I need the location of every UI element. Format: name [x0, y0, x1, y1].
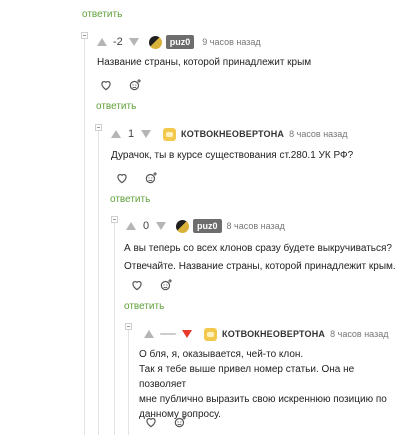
smile-plus-icon: [145, 172, 157, 184]
emoji-button[interactable]: [143, 170, 159, 186]
upvote-icon[interactable]: [97, 38, 107, 46]
author-name[interactable]: КОТВОКНЕОВЕРТОНА: [181, 129, 284, 139]
comment-header: 1 КОТВОКНЕОВЕРТОНА 8 часов назад: [111, 126, 347, 142]
avatar[interactable]: [176, 219, 189, 233]
comment-header: 0 puz0 8 часов назад: [126, 218, 285, 234]
reply-link[interactable]: ответить: [96, 101, 136, 112]
thread-line: [84, 36, 85, 435]
comment-score: 0: [142, 220, 150, 232]
smile-plus-icon: [160, 279, 172, 291]
heart-icon: [117, 174, 127, 184]
thread-line: [98, 128, 99, 435]
comment-text: Название страны, которой принадлежит кры…: [97, 57, 312, 68]
comment-header: -2 puz0 9 часов назад: [97, 34, 261, 50]
heart-icon: [132, 281, 142, 291]
heart-icon: [146, 418, 156, 428]
comment-header: КОТВОКНЕОВЕРТОНА 8 часов назад: [144, 326, 388, 342]
upvote-icon[interactable]: [111, 130, 121, 138]
upvote-icon[interactable]: [144, 330, 154, 338]
comment-text: Дурачок, ты в курсе существования ст.280…: [111, 150, 354, 161]
comment-text: А вы теперь со всех клонов сразу будете …: [124, 243, 396, 272]
emoji-button[interactable]: [172, 414, 188, 430]
avatar[interactable]: [148, 35, 162, 49]
save-button[interactable]: [129, 277, 145, 293]
collapse-toggle[interactable]: [125, 323, 132, 330]
score-hidden-bar: [160, 333, 176, 335]
reply-link[interactable]: ответить: [124, 301, 164, 312]
comment-time[interactable]: 8 часов назад: [227, 221, 285, 231]
reply-link[interactable]: ответить: [110, 194, 150, 205]
upvote-icon[interactable]: [126, 222, 136, 230]
avatar[interactable]: [163, 127, 176, 141]
downvote-icon[interactable]: [182, 330, 192, 338]
collapse-toggle[interactable]: [81, 32, 88, 39]
thread-line: [114, 222, 115, 435]
save-button[interactable]: [114, 170, 130, 186]
comment-text: О бля, я, оказывается, чей-то клон. Так …: [139, 349, 387, 420]
emoji-button[interactable]: [127, 77, 143, 93]
comment-time[interactable]: 9 часов назад: [202, 37, 260, 47]
collapse-toggle[interactable]: [111, 216, 118, 223]
collapse-toggle[interactable]: [95, 124, 102, 131]
reply-link[interactable]: ответить: [82, 9, 122, 20]
comment-score: -2: [113, 36, 123, 48]
save-button[interactable]: [98, 77, 114, 93]
emoji-button[interactable]: [158, 277, 174, 293]
smile-plus-icon: [174, 416, 186, 428]
author-name[interactable]: КОТВОКНЕОВЕРТОНА: [222, 329, 325, 339]
comment-time[interactable]: 8 часов назад: [330, 329, 388, 339]
avatar[interactable]: [204, 327, 217, 341]
author-name[interactable]: puz0: [165, 35, 195, 49]
smile-plus-icon: [129, 79, 141, 91]
thread-line: [128, 328, 129, 435]
comment-score: 1: [127, 128, 135, 140]
downvote-icon[interactable]: [128, 38, 139, 46]
save-button[interactable]: [143, 414, 159, 430]
heart-icon: [101, 81, 111, 91]
comment-time[interactable]: 8 часов назад: [289, 129, 347, 139]
author-name[interactable]: puz0: [193, 219, 222, 233]
downvote-icon[interactable]: [141, 130, 151, 138]
downvote-icon[interactable]: [156, 222, 166, 230]
